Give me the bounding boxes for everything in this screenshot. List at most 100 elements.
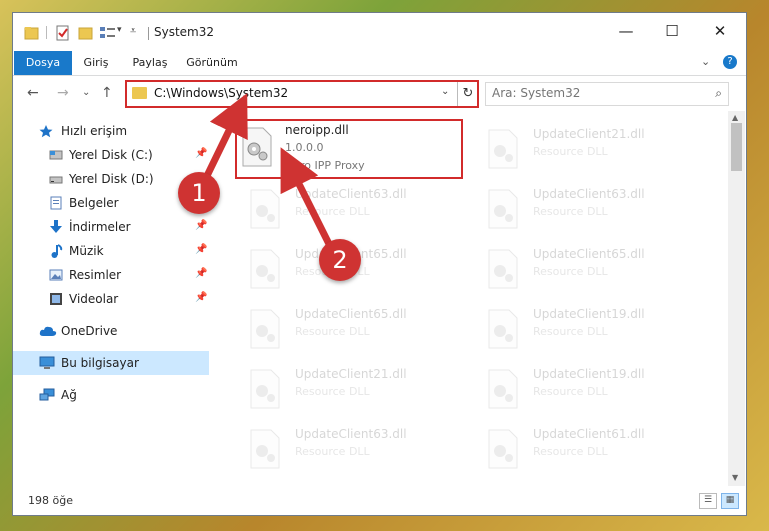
title-bar: ▾ ⩡ System32 — ☐ ✕ bbox=[13, 13, 746, 51]
nav-label: Belgeler bbox=[69, 196, 119, 210]
music-icon bbox=[51, 244, 63, 258]
item-count: 198 öğe bbox=[28, 494, 73, 507]
nav-item-bu-bilgisayar[interactable]: Bu bilgisayar bbox=[13, 351, 209, 375]
dll-file-icon bbox=[488, 369, 518, 409]
dll-file-icon bbox=[488, 429, 518, 469]
dll-file-icon bbox=[488, 129, 518, 169]
vertical-scrollbar[interactable]: ▲ ▼ bbox=[728, 111, 745, 486]
back-button[interactable]: ← bbox=[27, 85, 39, 101]
dll-file-icon bbox=[250, 369, 280, 409]
file-tile[interactable]: UpdateClient21.dll Resource DLL bbox=[245, 363, 475, 417]
nav-label: Resimler bbox=[69, 268, 122, 282]
callout-badge-1: 1 bbox=[178, 172, 220, 214]
nav-label: İndirmeler bbox=[69, 220, 131, 234]
nav-item-indirmeler[interactable]: İndirmeler 📌 bbox=[13, 215, 209, 239]
new-folder-icon[interactable] bbox=[78, 25, 94, 41]
magnifier-icon[interactable]: ⌕ bbox=[715, 86, 722, 101]
properties-icon[interactable] bbox=[55, 25, 71, 41]
folder-icon bbox=[132, 87, 147, 99]
quick-access-menu-icon[interactable]: ⩡ bbox=[130, 24, 136, 38]
video-icon bbox=[50, 293, 62, 305]
search-box[interactable]: ⌕ bbox=[485, 82, 729, 106]
file-tile[interactable]: UpdateClient19.dll Resource DLL bbox=[483, 303, 713, 357]
window-title: System32 bbox=[154, 25, 215, 39]
tiles-view-icon[interactable]: ▦ bbox=[721, 493, 739, 509]
file-tile[interactable]: UpdateClient21.dll Resource DLL bbox=[483, 123, 713, 177]
refresh-button[interactable]: ↻ bbox=[457, 82, 478, 106]
up-button[interactable]: ↑ bbox=[101, 85, 113, 101]
file-tile-neroipp[interactable]: neroipp.dll 1.0.0.0 Nero IPP Proxy bbox=[235, 119, 463, 179]
file-description: Nero IPP Proxy bbox=[285, 159, 365, 172]
forward-button[interactable]: → bbox=[57, 85, 69, 101]
customize-toolbar-icon[interactable]: ▾ bbox=[117, 25, 122, 35]
cloud-icon bbox=[39, 326, 57, 336]
file-name: UpdateClient63.dll bbox=[295, 427, 407, 441]
file-list: neroipp.dll 1.0.0.0 Nero IPP Proxy Updat… bbox=[223, 111, 728, 486]
file-tile[interactable]: UpdateClient63.dll Resource DLL bbox=[483, 183, 713, 237]
drive-icon bbox=[49, 176, 63, 184]
scroll-down-icon[interactable]: ▼ bbox=[732, 473, 738, 482]
nav-item-quick-access[interactable]: Hızlı erişim bbox=[13, 119, 209, 143]
address-path[interactable]: C:\Windows\System32 bbox=[154, 86, 288, 100]
file-type: Resource DLL bbox=[533, 445, 608, 458]
dll-file-icon bbox=[488, 309, 518, 349]
minimize-button[interactable]: — bbox=[603, 13, 649, 51]
help-icon[interactable]: ? bbox=[723, 55, 737, 69]
close-button[interactable]: ✕ bbox=[697, 13, 743, 51]
documents-icon bbox=[50, 196, 62, 210]
file-name: UpdateClient19.dll bbox=[533, 367, 645, 381]
file-type: Resource DLL bbox=[533, 265, 608, 278]
tab-dosya[interactable]: Dosya bbox=[14, 51, 72, 75]
nav-item-videolar[interactable]: Videolar 📌 bbox=[13, 287, 209, 311]
network-icon bbox=[39, 388, 55, 401]
file-name: UpdateClient63.dll bbox=[295, 187, 407, 201]
qa-divider bbox=[46, 26, 47, 39]
file-type: Resource DLL bbox=[295, 205, 370, 218]
nav-label: OneDrive bbox=[61, 324, 118, 338]
file-name: UpdateClient21.dll bbox=[533, 127, 645, 141]
maximize-button[interactable]: ☐ bbox=[649, 13, 695, 51]
file-type: Resource DLL bbox=[533, 325, 608, 338]
scroll-up-icon[interactable]: ▲ bbox=[732, 113, 738, 122]
status-bar: 198 öğe ☰ ▦ bbox=[13, 487, 746, 515]
file-name: UpdateClient21.dll bbox=[295, 367, 407, 381]
nav-item-disk-c[interactable]: Yerel Disk (C:) 📌 bbox=[13, 143, 209, 167]
file-tile[interactable]: UpdateClient19.dll Resource DLL bbox=[483, 363, 713, 417]
pin-icon[interactable]: 📌 bbox=[195, 244, 207, 255]
details-view-icon[interactable]: ☰ bbox=[699, 493, 717, 509]
file-name: neroipp.dll bbox=[285, 123, 349, 137]
file-tile[interactable]: UpdateClient63.dll Resource DLL bbox=[245, 183, 475, 237]
address-bar[interactable]: C:\Windows\System32 ⌄ ↻ bbox=[125, 80, 479, 108]
dll-file-icon bbox=[250, 249, 280, 289]
address-row: ← → ⌄ ↑ C:\Windows\System32 ⌄ ↻ ⌕ bbox=[13, 76, 746, 110]
file-tile[interactable]: UpdateClient65.dll Resource DLL bbox=[245, 243, 475, 297]
address-dropdown-icon[interactable]: ⌄ bbox=[441, 86, 449, 97]
pin-icon[interactable]: 📌 bbox=[195, 220, 207, 231]
pin-icon[interactable]: 📌 bbox=[195, 292, 207, 303]
file-tile[interactable]: UpdateClient65.dll Resource DLL bbox=[483, 243, 713, 297]
nav-item-onedrive[interactable]: OneDrive bbox=[13, 319, 209, 343]
nav-item-muzik[interactable]: Müzik 📌 bbox=[13, 239, 209, 263]
tab-paylas[interactable]: Paylaş bbox=[124, 51, 176, 75]
search-input[interactable] bbox=[492, 86, 692, 100]
navigation-pane: Hızlı erişim Yerel Disk (C:) 📌 Yerel Dis… bbox=[13, 111, 209, 486]
nav-label: Yerel Disk (D:) bbox=[69, 172, 154, 186]
star-icon bbox=[39, 125, 53, 138]
expand-ribbon-icon[interactable]: ⌄ bbox=[701, 55, 710, 68]
nav-item-ag[interactable]: Ağ bbox=[13, 383, 209, 407]
file-name: UpdateClient65.dll bbox=[295, 307, 407, 321]
tab-gorunum[interactable]: Görünüm bbox=[181, 51, 243, 75]
file-tile[interactable]: UpdateClient65.dll Resource DLL bbox=[245, 303, 475, 357]
scroll-thumb[interactable] bbox=[731, 123, 742, 171]
file-type: Resource DLL bbox=[533, 205, 608, 218]
file-tile[interactable]: UpdateClient63.dll Resource DLL bbox=[245, 423, 475, 477]
tab-giris[interactable]: Giriş bbox=[74, 51, 118, 75]
view-options-icon[interactable] bbox=[99, 25, 117, 41]
nav-item-resimler[interactable]: Resimler 📌 bbox=[13, 263, 209, 287]
pin-icon[interactable]: 📌 bbox=[195, 148, 207, 159]
folder-icon[interactable] bbox=[24, 25, 40, 41]
title-divider bbox=[148, 27, 149, 40]
pin-icon[interactable]: 📌 bbox=[195, 268, 207, 279]
recent-locations-button[interactable]: ⌄ bbox=[82, 87, 90, 98]
file-tile[interactable]: UpdateClient61.dll Resource DLL bbox=[483, 423, 713, 477]
